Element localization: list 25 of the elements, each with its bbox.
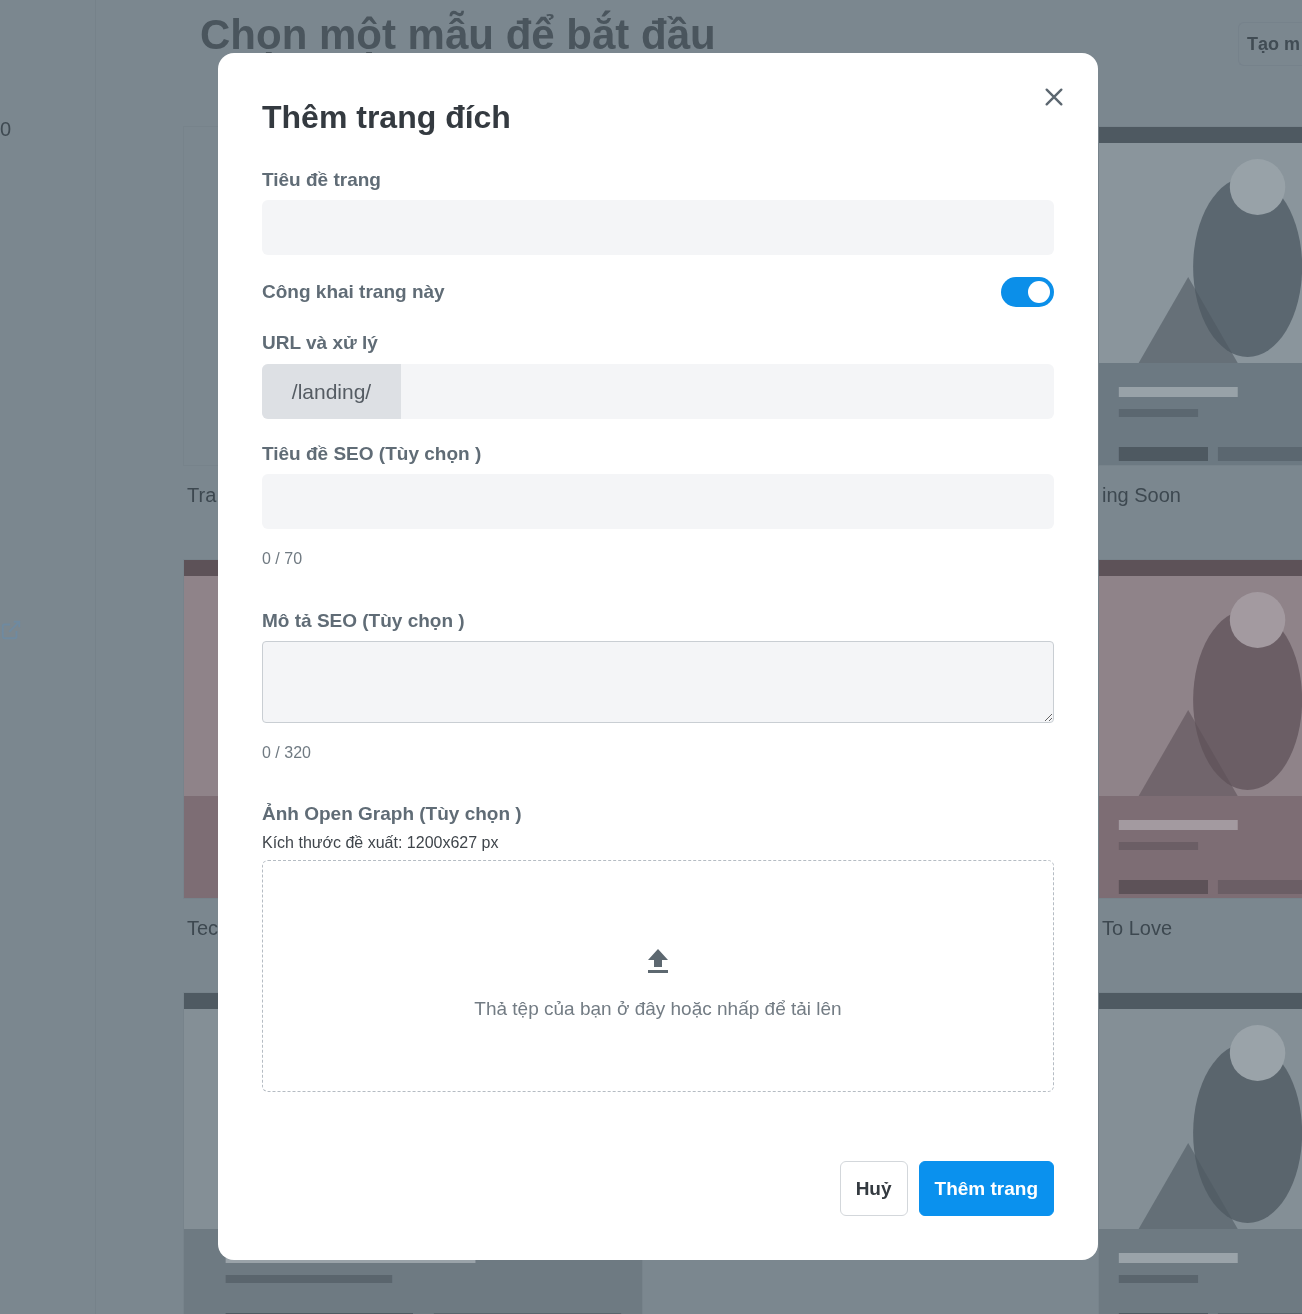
upload-icon <box>647 948 669 974</box>
dialog-title: Thêm trang đích <box>262 98 512 137</box>
create-button[interactable]: Tạo m <box>1238 22 1302 66</box>
cancel-button[interactable]: Huỷ <box>839 1161 908 1216</box>
add-page-button[interactable]: Thêm trang <box>918 1161 1054 1216</box>
field-label: Công khai trang này <box>262 280 445 304</box>
field-label: Mô tả SEO (Tùy chọn ) <box>262 609 466 633</box>
field-label: Tiêu đề trang <box>262 168 382 192</box>
toggle-switch[interactable] <box>1001 277 1054 307</box>
url-field[interactable]: /landing/ <box>262 364 1054 419</box>
template-title: Tec <box>187 917 219 940</box>
url-prefix: /landing/ <box>262 364 401 419</box>
template-title: To Love <box>1102 917 1173 940</box>
upload-dropzone[interactable]: Thả tệp của bạn ở đây hoặc nhấp để tải lên <box>262 860 1054 1092</box>
field-label: URL và xử lý <box>262 331 379 355</box>
template-title: ing Soon <box>1102 484 1181 507</box>
template-title: Tra <box>187 484 217 507</box>
character-counter: 0 / 320 <box>262 744 311 762</box>
field-label: Ảnh Open Graph (Tùy chọn ) <box>262 802 523 826</box>
dropzone-text: Thả tệp của bạn ở đây hoặc nhấp để tải lên <box>474 998 842 1020</box>
field-label: Tiêu đề SEO (Tùy chọn ) <box>262 442 483 466</box>
sidebar-text: 0 <box>0 118 12 141</box>
size-hint: Kích thước đề xuất: 1200x627 px <box>262 833 499 853</box>
character-counter: 0 / 70 <box>262 550 303 568</box>
description-field[interactable] <box>262 641 1054 723</box>
